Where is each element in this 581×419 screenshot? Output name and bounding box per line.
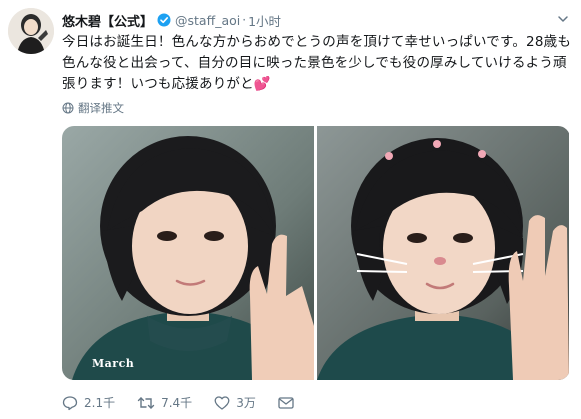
reply-icon	[62, 395, 78, 410]
tweet-body: 今日はお誕生日！色んな方からおめでとうの声を頂けて幸せいっぱいです。28歳も色ん…	[62, 34, 572, 92]
photo-caption: March	[92, 357, 135, 370]
chevron-down-icon[interactable]	[557, 13, 569, 29]
verified-badge-icon	[157, 13, 171, 27]
display-name[interactable]: 悠木碧【公式】	[62, 11, 153, 30]
retweet-button[interactable]: 7.4千	[137, 394, 192, 411]
photo-2[interactable]	[317, 126, 569, 380]
photo-1[interactable]: March	[62, 126, 314, 380]
translate-label: 翻译推文	[78, 101, 124, 115]
tweet-actions: 2.1千 7.4千 3万	[62, 394, 322, 411]
reply-count: 2.1千	[84, 396, 116, 410]
translate-link[interactable]: 翻译推文	[62, 100, 124, 116]
retweet-icon	[137, 396, 155, 409]
heart-icon	[214, 395, 230, 410]
like-button[interactable]: 3万	[214, 394, 256, 411]
tweet-text: 今日はお誕生日！色んな方からおめでとうの声を頂けて幸せいっぱいです。28歳も色ん…	[62, 32, 574, 95]
dm-button[interactable]	[278, 396, 300, 410]
avatar-image	[8, 8, 54, 54]
media-grid: March	[62, 126, 570, 380]
globe-icon	[62, 102, 74, 114]
heart-emoji: 💕	[253, 76, 271, 92]
reply-button[interactable]: 2.1千	[62, 394, 115, 411]
photo-2-image	[317, 126, 569, 380]
tweet-header: 悠木碧【公式】 @staff_aoi · 1小时	[62, 10, 569, 30]
retweet-count: 7.4千	[161, 396, 193, 410]
envelope-icon	[278, 396, 294, 409]
photo-1-image	[62, 126, 314, 380]
tweet-timestamp[interactable]: 1小时	[248, 11, 281, 30]
like-count: 3万	[236, 396, 256, 410]
avatar[interactable]	[8, 8, 54, 54]
separator-dot: ·	[242, 13, 247, 27]
user-handle[interactable]: @staff_aoi	[175, 13, 240, 28]
